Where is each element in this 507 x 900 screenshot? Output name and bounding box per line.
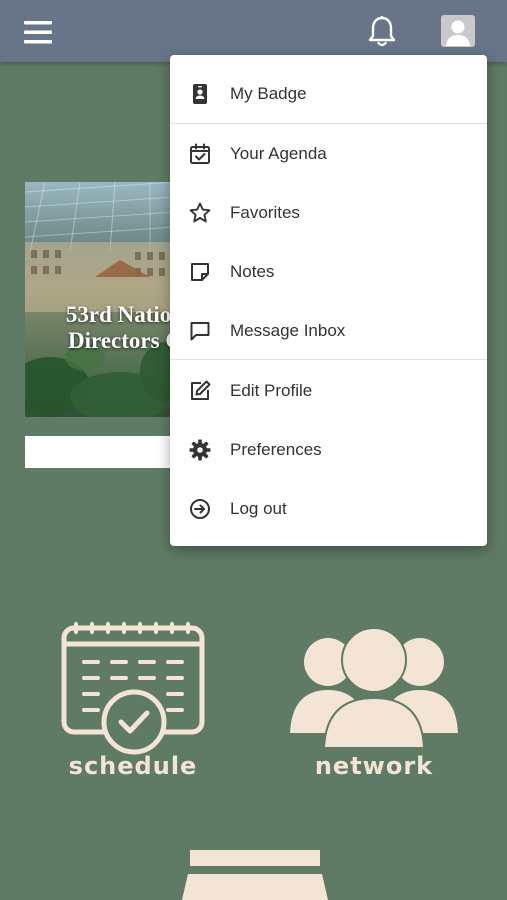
atrium-photo (25, 182, 175, 417)
menu-item-my-badge[interactable]: My Badge (170, 65, 487, 121)
logout-icon (190, 499, 210, 519)
menu-item-label: My Badge (230, 84, 307, 103)
menu-item-label: Your Agenda (230, 144, 327, 163)
menu-item-label: Notes (230, 262, 275, 281)
menu-item-label: Edit Profile (230, 381, 313, 400)
menu-item-your-agenda[interactable]: Your Agenda (170, 125, 487, 181)
hero-image[interactable]: 53rd Nation Directors C (25, 182, 175, 417)
hamburger-icon[interactable] (24, 20, 52, 44)
calendar-check-icon (190, 143, 210, 164)
hero-title: 53rd Nation Directors C (25, 302, 175, 354)
note-icon (191, 263, 209, 281)
menu-item-log-out[interactable]: Log out (170, 480, 487, 536)
user-avatar-icon (446, 20, 470, 46)
menu-item-label: Preferences (230, 440, 322, 459)
menu-item-label: Message Inbox (230, 321, 346, 340)
message-icon (190, 322, 210, 341)
hero-caption-bar (25, 436, 175, 468)
bottom-tile[interactable] (180, 848, 330, 900)
network-tile[interactable]: network (288, 628, 460, 788)
hero-title-line2: Directors C (68, 328, 175, 353)
edit-icon (191, 380, 211, 400)
menu-item-label: Log out (230, 499, 287, 518)
partial-tile-icon (182, 850, 328, 900)
menu-item-message-inbox[interactable]: Message Inbox (170, 302, 487, 358)
menu-item-preferences[interactable]: Preferences (170, 421, 487, 477)
gear-icon (189, 439, 211, 461)
star-icon (189, 202, 211, 223)
user-avatar-button[interactable] (441, 15, 475, 47)
menu-item-notes[interactable]: Notes (170, 243, 487, 299)
top-app-bar (0, 0, 507, 62)
menu-item-label: Favorites (230, 203, 300, 222)
people-icon (290, 628, 458, 749)
menu-divider (170, 359, 487, 360)
network-label: network (314, 752, 434, 780)
hero-title-line1: 53rd Nation (65, 302, 175, 327)
badge-icon (193, 84, 207, 104)
menu-item-favorites[interactable]: Favorites (170, 184, 487, 240)
account-dropdown-menu: My Badge Your Agenda Favorites Notes Mes… (170, 55, 487, 546)
menu-divider (170, 123, 487, 124)
bell-icon[interactable] (366, 15, 398, 49)
menu-item-edit-profile[interactable]: Edit Profile (170, 362, 487, 418)
schedule-label: schedule (68, 752, 198, 780)
calendar-icon (61, 622, 205, 755)
schedule-tile[interactable]: schedule (58, 622, 208, 782)
